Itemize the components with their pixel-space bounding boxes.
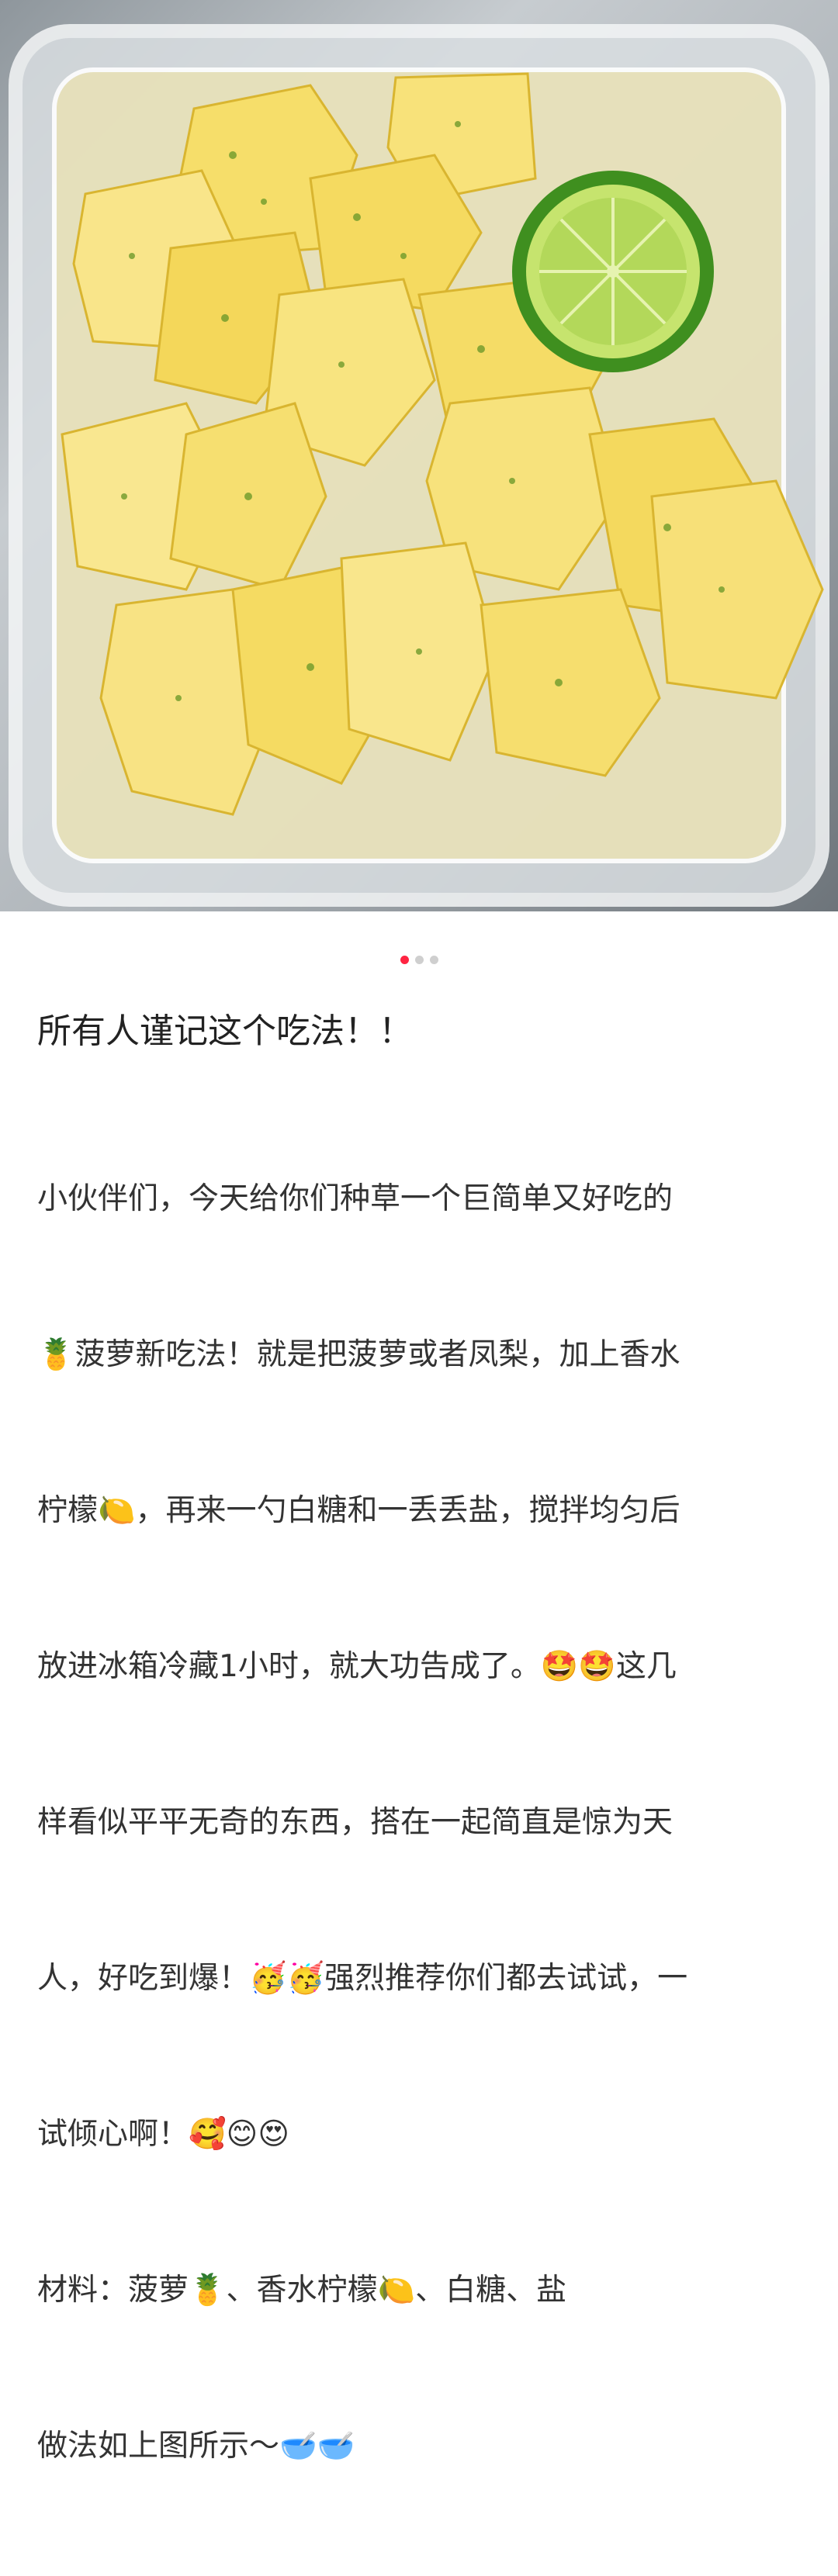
- body-line: 人，好吃到爆！🥳🥳强烈推荐你们都去试试，一: [37, 1961, 688, 1996]
- body-line: 柠檬🍋，再来一勺白糖和一丢丢盐，搅拌均匀后: [37, 1493, 680, 1528]
- body-line: 样看似平平无奇的东西，搭在一起简直是惊为天: [37, 1805, 674, 1840]
- body-line: 小伙伴们，今天给你们种草一个巨简单又好吃的: [37, 1181, 674, 1216]
- pineapple-lime-photo: [9, 24, 829, 907]
- carousel-dot-active[interactable]: [400, 956, 409, 964]
- post-body: 小伙伴们，今天给你们种草一个巨简单又好吃的 🍍菠萝新吃法！就是把菠萝或者凤梨，加…: [37, 1069, 801, 2576]
- lime-slice-icon: [512, 171, 714, 372]
- carousel-dot[interactable]: [429, 956, 438, 964]
- post-image[interactable]: [0, 0, 838, 911]
- carousel-dot[interactable]: [414, 956, 424, 964]
- ingredients-line: 材料：菠萝🍍、香水柠檬🍋、白糖、盐: [37, 2273, 567, 2308]
- post-content: 所有人谨记这个吃法！！ 小伙伴们，今天给你们种草一个巨简单又好吃的 🍍菠萝新吃法…: [0, 1008, 838, 2576]
- body-line: 试倾心啊！🥰😊😍: [37, 2117, 289, 2152]
- method-line: 做法如上图所示～🥣🥣: [37, 2429, 355, 2464]
- post-title: 所有人谨记这个吃法！！: [37, 1011, 413, 1051]
- body-line: 🍍菠萝新吃法！就是把菠萝或者凤梨，加上香水: [37, 1337, 680, 1372]
- carousel-indicator: [0, 911, 838, 1008]
- body-line: 放进冰箱冷藏1小时，就大功告成了。🤩🤩这几: [37, 1649, 677, 1684]
